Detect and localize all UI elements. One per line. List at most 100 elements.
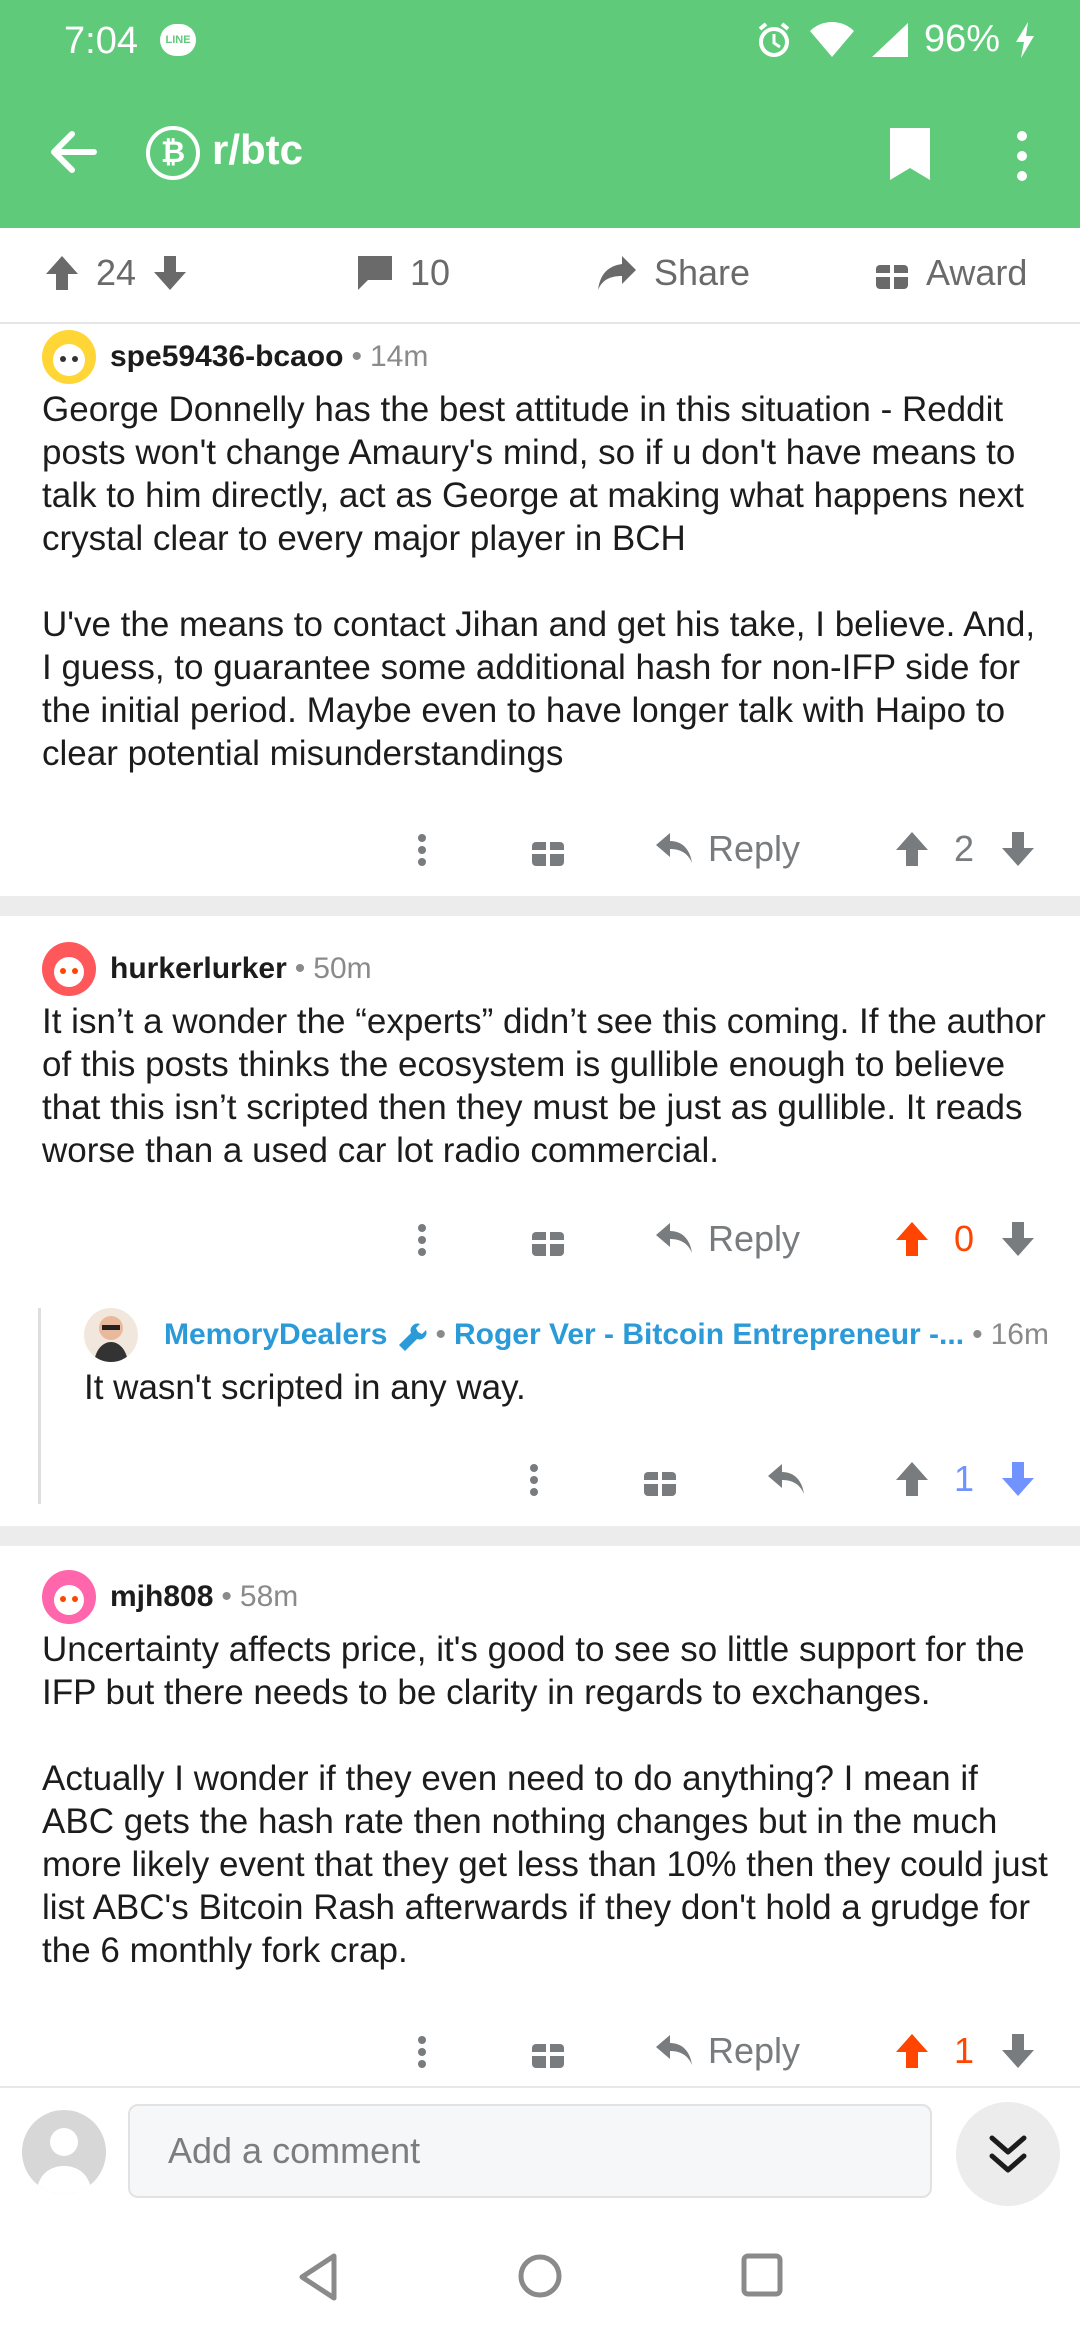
comment-score: 0 xyxy=(954,1218,975,1259)
comment: hurkerlurker • 50m It isn’t a wonder the… xyxy=(0,916,1080,1526)
comment-paragraph: George Donnelly has the best attitude in… xyxy=(42,390,1024,558)
mod-wrench-icon xyxy=(399,1323,427,1351)
upvote-icon[interactable] xyxy=(44,254,80,292)
comment-separator: • xyxy=(351,340,362,373)
reply-username[interactable]: MemoryDealers xyxy=(164,1318,387,1352)
award-button[interactable]: Award xyxy=(874,252,1027,294)
navigation-bar xyxy=(0,2216,1080,2340)
comment-username[interactable]: hurkerlurker xyxy=(110,952,287,986)
reply-button[interactable]: Reply xyxy=(654,1218,800,1260)
signal-icon xyxy=(871,22,908,57)
user-avatar[interactable] xyxy=(22,2110,106,2194)
top-bar: 7:04 LINE 96% ₿ r/btc xyxy=(0,0,1080,228)
comment-header: spe59436-bcaoo • 14m xyxy=(42,330,428,384)
comment-body: Uncertainty affects price, it's good to … xyxy=(42,1628,1052,1972)
status-time: 7:04 xyxy=(64,20,138,62)
add-comment-input[interactable]: Add a comment xyxy=(128,2104,932,2198)
comment-score: 2 xyxy=(954,828,975,869)
reply-icon[interactable] xyxy=(766,1462,806,1498)
reply-label: Reply xyxy=(708,1218,801,1259)
collapse-icon xyxy=(989,2135,1027,2173)
comment-paragraph: Uncertainty affects price, it's good to … xyxy=(42,1630,1025,1712)
downvote-icon[interactable] xyxy=(152,254,188,292)
downvote-icon[interactable] xyxy=(1000,1220,1036,1258)
wifi-icon xyxy=(809,21,854,57)
collapse-button[interactable] xyxy=(956,2102,1060,2206)
comment-paragraph: It isn’t a wonder the “experts” didn’t s… xyxy=(42,1002,1046,1170)
reply-score: 1 xyxy=(954,1458,975,1499)
nav-home-icon[interactable] xyxy=(516,2252,564,2300)
vote-group: 24 xyxy=(44,252,188,294)
reply-actions: 1 xyxy=(0,1450,1080,1510)
award-icon[interactable] xyxy=(530,832,566,868)
reply-text: It wasn't scripted in any way. xyxy=(84,1368,526,1407)
reply-separator: • xyxy=(972,1318,983,1351)
reply-icon xyxy=(656,2035,692,2065)
user-flair: Roger Ver - Bitcoin Entrepreneur -... xyxy=(453,1318,965,1351)
back-arrow-icon[interactable] xyxy=(44,122,104,182)
comment-time: 58m xyxy=(239,1580,299,1613)
reply-icon xyxy=(656,833,692,863)
comment-composer: Add a comment xyxy=(0,2086,1080,2216)
comment-score: 1 xyxy=(954,2030,975,2071)
bitcoin-icon[interactable]: ₿ xyxy=(146,126,200,180)
award-icon[interactable] xyxy=(530,1222,566,1258)
comment-icon xyxy=(358,256,392,290)
reply-time: 16m xyxy=(990,1318,1049,1351)
avatar[interactable] xyxy=(42,330,96,384)
alarm-icon xyxy=(758,21,790,57)
more-vert-icon[interactable] xyxy=(412,2022,432,2082)
comments-button[interactable]: 10 xyxy=(356,252,450,294)
comment-time: 14m xyxy=(369,340,429,373)
comment-divider xyxy=(0,1526,1080,1546)
comment-paragraph: U've the means to contact Jihan and get … xyxy=(42,605,1036,773)
battery-level: 96% xyxy=(923,18,1000,60)
more-vert-icon[interactable] xyxy=(412,820,432,880)
award-icon[interactable] xyxy=(642,1462,678,1498)
charging-icon xyxy=(1016,21,1034,58)
status-bar: 7:04 LINE 96% xyxy=(0,0,1080,80)
avatar[interactable] xyxy=(42,1570,96,1624)
comment-username[interactable]: spe59436-bcaoo xyxy=(110,340,343,374)
comment-header: mjh808 • 58m xyxy=(42,1570,298,1624)
nav-recents-icon[interactable] xyxy=(740,2252,784,2298)
comment-divider xyxy=(0,896,1080,916)
share-button[interactable]: Share xyxy=(596,252,750,294)
avatar[interactable] xyxy=(42,942,96,996)
nav-back-icon[interactable] xyxy=(296,2252,340,2302)
reply-button[interactable]: Reply xyxy=(654,828,800,870)
comment-time: 50m xyxy=(313,952,372,985)
reply-button[interactable]: Reply xyxy=(654,2030,800,2072)
award-icon[interactable] xyxy=(530,2034,566,2070)
post-score: 24 xyxy=(96,252,137,293)
comment-actions: Reply 1 xyxy=(0,2022,1080,2082)
upvote-icon[interactable] xyxy=(894,830,930,868)
bookmark-icon[interactable] xyxy=(888,126,932,182)
downvote-icon[interactable] xyxy=(1000,1460,1036,1498)
post-actions-bar: 24 10 Share Award xyxy=(0,228,1080,324)
downvote-icon[interactable] xyxy=(1000,830,1036,868)
comment: spe59436-bcaoo • 14m George Donnelly has… xyxy=(0,326,1080,896)
more-vert-icon[interactable] xyxy=(1002,128,1042,184)
share-label: Share xyxy=(654,252,751,293)
reply-label: Reply xyxy=(708,2030,801,2071)
comment: mjh808 • 58m Uncertainty affects price, … xyxy=(0,1546,1080,2086)
more-vert-icon[interactable] xyxy=(524,1450,544,1510)
comment-body: George Donnelly has the best attitude in… xyxy=(42,388,1052,775)
line-icon: LINE xyxy=(160,24,196,56)
award-icon xyxy=(876,261,908,289)
more-vert-icon[interactable] xyxy=(412,1210,432,1270)
upvote-icon[interactable] xyxy=(894,1220,930,1258)
share-icon xyxy=(598,256,636,290)
reply-header: MemoryDealers • Roger Ver - Bitcoin Entr… xyxy=(84,1308,1049,1362)
subreddit-title[interactable]: r/btc xyxy=(212,126,303,174)
reply-body: It wasn't scripted in any way. xyxy=(84,1366,1044,1409)
upvote-icon[interactable] xyxy=(894,1460,930,1498)
reply-separator: • xyxy=(435,1318,446,1351)
comment-username[interactable]: mjh808 xyxy=(110,1580,213,1614)
comment-separator: • xyxy=(221,1580,232,1613)
app-bar: ₿ r/btc xyxy=(0,100,1080,210)
upvote-icon[interactable] xyxy=(894,2032,930,2070)
avatar[interactable] xyxy=(84,1308,138,1362)
downvote-icon[interactable] xyxy=(1000,2032,1036,2070)
